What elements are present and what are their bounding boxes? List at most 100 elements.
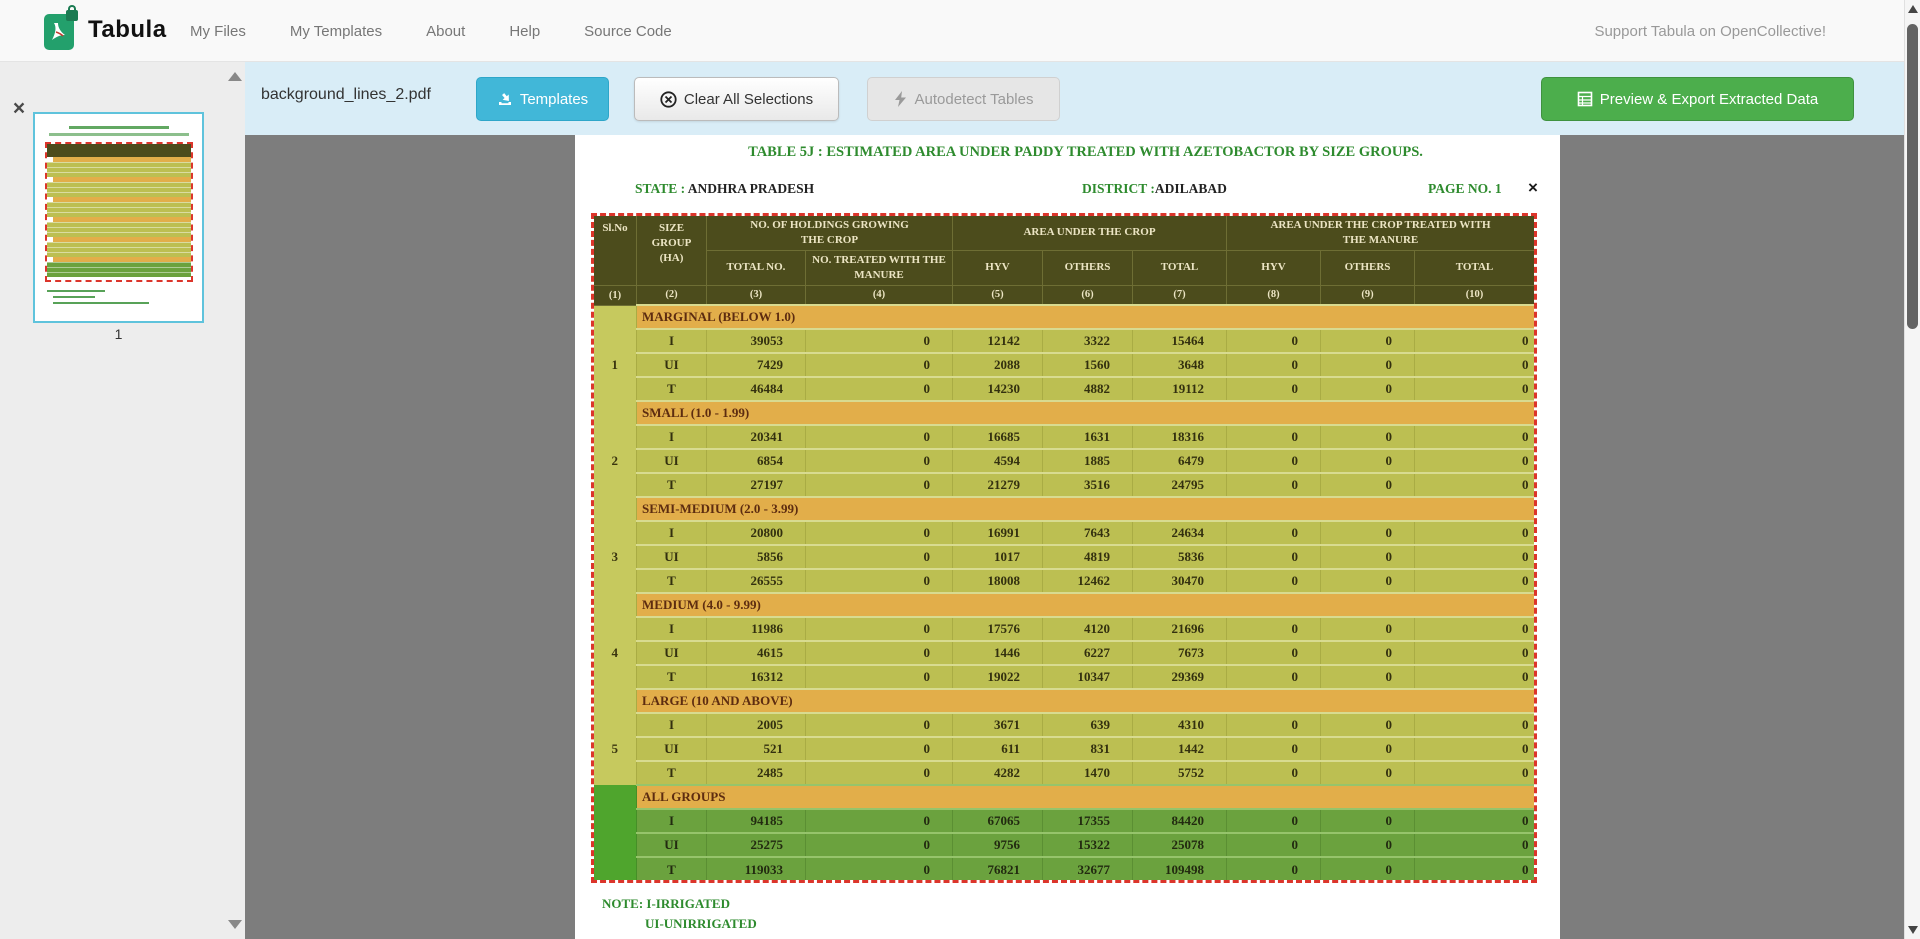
document-title: TABLE 5J : ESTIMATED AREA UNDER PADDY TR…	[615, 144, 1556, 161]
value-cell: 0	[1227, 329, 1321, 353]
table-row: UI46150144662277673000	[594, 641, 1535, 665]
col-group-area: AREA UNDER THE CROP	[953, 216, 1227, 251]
nav-item-about[interactable]: About	[426, 23, 465, 40]
delete-page-icon[interactable]: ×	[8, 98, 30, 120]
scroll-down-icon[interactable]	[1908, 926, 1918, 934]
thumbnail-selection	[45, 142, 193, 282]
value-cell: 19112	[1133, 377, 1227, 401]
value-cell: 0	[806, 377, 953, 401]
nav-item-help[interactable]: Help	[509, 23, 540, 40]
table-row: T46484014230488219112000	[594, 377, 1535, 401]
irrigation-group-cell: I	[637, 329, 707, 353]
value-cell: 0	[1321, 833, 1415, 857]
value-cell: 4819	[1043, 545, 1133, 569]
table-row: UI74290208815603648000	[594, 353, 1535, 377]
table-row: 5I2005036716394310000	[594, 713, 1535, 737]
value-cell: 26555	[707, 569, 806, 593]
irrigation-group-cell: UI	[637, 833, 707, 857]
value-cell: 0	[1415, 617, 1535, 641]
slno-spacer-cell	[594, 401, 637, 425]
value-cell: 0	[806, 473, 953, 497]
col-header-total-no: TOTAL NO.	[707, 250, 806, 285]
nav-item-my-templates[interactable]: My Templates	[290, 23, 382, 40]
value-cell: 0	[1415, 737, 1535, 761]
value-cell: 0	[1415, 809, 1535, 833]
tabula-brand[interactable]: Tabula	[44, 10, 167, 50]
value-cell: 0	[806, 737, 953, 761]
table-selection[interactable]: Sl.No SIZE GROUP (HA) NO. OF HOLDINGS GR…	[593, 215, 1535, 881]
value-cell: 0	[1227, 857, 1321, 881]
scroll-up-icon[interactable]	[1908, 5, 1918, 13]
value-cell: 0	[1321, 761, 1415, 785]
support-opencollective-link[interactable]: Support Tabula on OpenCollective!	[1594, 0, 1826, 62]
value-cell: 0	[1227, 737, 1321, 761]
autodetect-label: Autodetect Tables	[915, 91, 1034, 108]
value-cell: 0	[1227, 665, 1321, 689]
district-value: ADILABAD	[1155, 181, 1227, 196]
irrigation-group-cell: T	[637, 377, 707, 401]
value-cell: 611	[953, 737, 1043, 761]
value-cell: 0	[806, 713, 953, 737]
value-cell: 0	[1227, 545, 1321, 569]
clear-all-selections-button[interactable]: Clear All Selections	[634, 77, 839, 121]
note-line-2: UI-UNIRRIGATED	[645, 916, 757, 932]
value-cell: 3516	[1043, 473, 1133, 497]
value-cell: 12462	[1043, 569, 1133, 593]
value-cell: 0	[806, 521, 953, 545]
value-cell: 2485	[707, 761, 806, 785]
value-cell: 24795	[1133, 473, 1227, 497]
value-cell: 0	[1415, 761, 1535, 785]
extracted-table: Sl.No SIZE GROUP (HA) NO. OF HOLDINGS GR…	[593, 215, 1535, 881]
value-cell: 0	[1321, 641, 1415, 665]
preview-export-label: Preview & Export Extracted Data	[1600, 91, 1818, 108]
value-cell: 0	[1227, 617, 1321, 641]
value-cell: 0	[1321, 545, 1415, 569]
col-header-no-treated: NO. TREATED WITH THE MANURE	[806, 250, 953, 285]
value-cell: 0	[1227, 809, 1321, 833]
table-row: 1I39053012142332215464000	[594, 329, 1535, 353]
value-cell: 1560	[1043, 353, 1133, 377]
irrigation-group-cell: T	[637, 761, 707, 785]
pdf-page[interactable]: TABLE 5J : ESTIMATED AREA UNDER PADDY TR…	[575, 135, 1560, 939]
value-cell: 0	[1321, 665, 1415, 689]
value-cell: 831	[1043, 737, 1133, 761]
value-cell: 4882	[1043, 377, 1133, 401]
value-cell: 0	[806, 449, 953, 473]
selection-close-icon[interactable]: ×	[1523, 178, 1543, 198]
col-number-4: (4)	[806, 285, 953, 305]
value-cell: 1885	[1043, 449, 1133, 473]
irrigation-group-cell: I	[637, 713, 707, 737]
slno-cell	[594, 809, 637, 881]
table-row: 2I20341016685163118316000	[594, 425, 1535, 449]
value-cell: 0	[806, 641, 953, 665]
main-scrollbar[interactable]	[1904, 0, 1920, 939]
value-cell: 15322	[1043, 833, 1133, 857]
value-cell: 0	[1227, 473, 1321, 497]
thumbnail-note-line	[53, 296, 95, 298]
autodetect-tables-button[interactable]: Autodetect Tables	[867, 77, 1060, 121]
value-cell: 21696	[1133, 617, 1227, 641]
value-cell: 15464	[1133, 329, 1227, 353]
value-cell: 5856	[707, 545, 806, 569]
nav-item-source-code[interactable]: Source Code	[584, 23, 672, 40]
sidebar-scroll-up-icon[interactable]	[228, 72, 242, 81]
col-header-hyv-1: HYV	[953, 250, 1043, 285]
value-cell: 4120	[1043, 617, 1133, 641]
value-cell: 27197	[707, 473, 806, 497]
page-thumbnail[interactable]	[33, 112, 204, 323]
value-cell: 6227	[1043, 641, 1133, 665]
nav-item-my-files[interactable]: My Files	[190, 23, 246, 40]
tabula-logo-icon	[44, 10, 78, 50]
value-cell: 25275	[707, 833, 806, 857]
value-cell: 0	[1415, 569, 1535, 593]
scrollbar-thumb[interactable]	[1907, 24, 1918, 329]
value-cell: 6854	[707, 449, 806, 473]
irrigation-group-cell: UI	[637, 353, 707, 377]
templates-button[interactable]: Templates	[476, 77, 609, 121]
value-cell: 0	[1321, 713, 1415, 737]
preview-export-button[interactable]: Preview & Export Extracted Data	[1541, 77, 1854, 121]
value-cell: 11986	[707, 617, 806, 641]
sidebar-scroll-down-icon[interactable]	[228, 920, 242, 929]
value-cell: 0	[1321, 449, 1415, 473]
slno-cell: 1	[594, 329, 637, 401]
